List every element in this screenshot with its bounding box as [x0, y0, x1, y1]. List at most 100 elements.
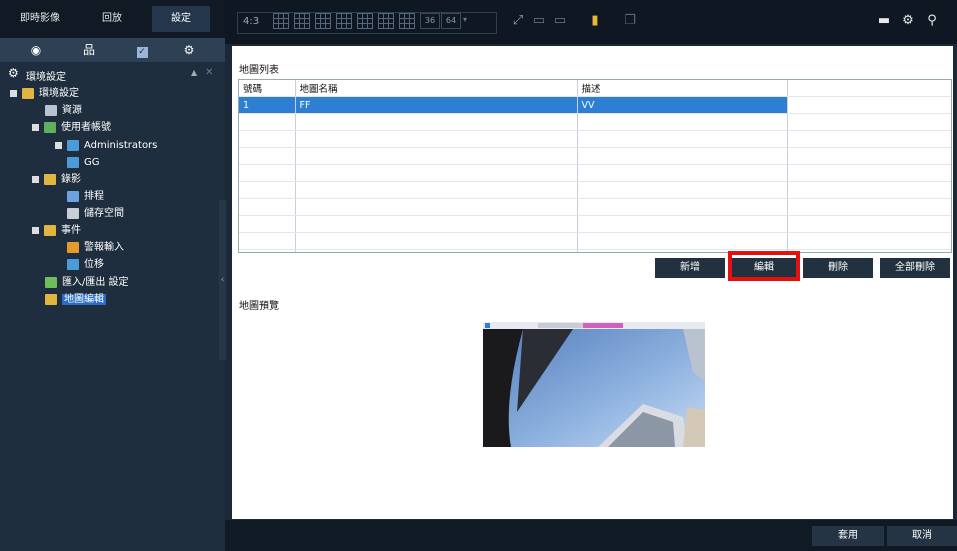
delete-all-button[interactable]: 全部刪除: [880, 258, 950, 278]
edit-button-highlight: [728, 251, 800, 281]
collapse-arrow-icon[interactable]: ▲: [191, 68, 197, 77]
column-header-no[interactable]: 號碼: [239, 80, 296, 97]
tree-item-resource[interactable]: 資源: [45, 103, 82, 119]
map-preview-image: [483, 322, 705, 447]
ratio-label[interactable]: 4:3: [243, 16, 259, 27]
tree-item-label: 錄影: [61, 174, 81, 185]
layout-1-icon[interactable]: [273, 13, 289, 29]
table-row[interactable]: 1 FF VV: [239, 96, 951, 114]
tree-item-label: 警報輸入: [84, 242, 124, 253]
close-icon[interactable]: ✕: [205, 67, 213, 78]
checklist-icon[interactable]: ✓: [133, 41, 151, 59]
user-group-icon: [67, 139, 79, 151]
record-icon: [44, 173, 56, 185]
table-row: [239, 147, 951, 165]
mode-tabs: 即時影像 回放 設定: [0, 0, 225, 38]
keyboard-icon[interactable]: ▬: [875, 12, 893, 30]
gear-icon[interactable]: ⚙: [180, 41, 198, 59]
tree-item-user-accounts[interactable]: 使用者帳號: [32, 120, 111, 136]
cell-empty: [787, 96, 951, 114]
layout-13-icon[interactable]: [378, 13, 394, 29]
camera-switch-icon[interactable]: ▭: [530, 12, 548, 30]
table-header-row: 號碼 地圖名稱 描述: [239, 80, 951, 97]
view-toolbar: 4:3 36 64 ▾ ⤢ ▭ ▭ ▮ ❐ ▬ ⚙ ⚲: [225, 0, 957, 44]
tree-item-gg[interactable]: GG: [67, 155, 100, 171]
import-export-icon: [45, 276, 57, 288]
table-row: [239, 198, 951, 216]
map-list-title: 地圖列表: [239, 65, 279, 76]
tree-item-label: 位移: [84, 259, 104, 270]
tree-header-label: 環境設定: [26, 72, 66, 83]
user-icon: [67, 156, 79, 168]
tree-item-label: 匯入/匯出 設定: [62, 277, 129, 288]
window-icon[interactable]: ❐: [621, 12, 639, 30]
tree-item-label: 地圖編輯: [62, 294, 106, 305]
add-button[interactable]: 新增: [655, 258, 725, 278]
tree-item-label: 事件: [61, 225, 81, 236]
motion-icon: [67, 258, 79, 270]
table-row: [239, 130, 951, 148]
column-header-desc[interactable]: 描述: [577, 80, 788, 97]
cell-no: 1: [239, 96, 296, 114]
alarm-input-icon: [67, 241, 79, 253]
tree-item-schedule[interactable]: 排程: [67, 189, 104, 205]
schedule-icon: [67, 190, 79, 202]
layout-16-icon[interactable]: [399, 13, 415, 29]
layout-9-icon[interactable]: [357, 13, 373, 29]
tree-item-alarm-input[interactable]: 警報輸入: [67, 240, 124, 256]
gear-icon[interactable]: ⚙: [899, 12, 917, 30]
gear-icon: ⚙: [8, 66, 19, 80]
tree-item-label: 排程: [84, 191, 104, 202]
eye-icon[interactable]: ◉: [27, 41, 45, 59]
bottom-bar: 套用 取消: [225, 520, 957, 551]
panel-collapse-handle[interactable]: ‹: [219, 200, 226, 360]
fullscreen-icon[interactable]: ⤢: [509, 12, 527, 30]
tree-item-motion[interactable]: 位移: [67, 257, 104, 273]
column-header-empty: [787, 80, 951, 97]
delete-button[interactable]: 刪除: [803, 258, 873, 278]
layout-4-icon[interactable]: [294, 13, 310, 29]
table-row: [239, 181, 951, 199]
cell-name: FF: [295, 96, 578, 114]
expand-icon[interactable]: [32, 123, 39, 131]
search-icon[interactable]: ⚲: [923, 12, 941, 30]
tab-live[interactable]: 即時影像: [10, 6, 70, 32]
event-icon: [44, 224, 56, 236]
tree-item-label: 環境設定: [39, 88, 79, 99]
layout-36-button[interactable]: 36: [420, 13, 440, 29]
tree-item-recording[interactable]: 錄影: [32, 172, 81, 188]
users-icon: [44, 121, 56, 133]
layout-64-button[interactable]: 64: [441, 13, 461, 29]
expand-icon[interactable]: [32, 175, 39, 183]
map-edit-icon: [45, 293, 57, 305]
map-list-table[interactable]: 號碼 地圖名稱 描述 1 FF VV: [238, 79, 952, 253]
tree-item-env-settings[interactable]: 環境設定: [10, 86, 79, 102]
apply-button[interactable]: 套用: [812, 526, 884, 546]
tree-item-events[interactable]: 事件: [32, 223, 81, 239]
layout-8-icon[interactable]: [336, 13, 352, 29]
map-editor-content: 地圖列表 號碼 地圖名稱 描述 1 FF VV 新增 編輯 刪除 全部刪除 地圖…: [232, 46, 953, 519]
tree-item-map-edit[interactable]: 地圖編輯: [45, 292, 106, 308]
expand-icon[interactable]: [10, 89, 17, 97]
tree-item-storage[interactable]: 儲存空間: [67, 206, 124, 222]
tree-item-label: 儲存空間: [84, 208, 124, 219]
chevron-down-icon[interactable]: ▾: [463, 15, 467, 24]
column-header-name[interactable]: 地圖名稱: [295, 80, 578, 97]
camera-snapshot: [483, 322, 705, 447]
tree-item-label: 資源: [62, 105, 82, 116]
tree-item-label: GG: [84, 157, 100, 168]
expand-icon[interactable]: [55, 141, 62, 149]
tab-playback[interactable]: 回放: [82, 6, 142, 32]
layout-6-icon[interactable]: [315, 13, 331, 29]
sequence-icon[interactable]: ▭: [551, 12, 569, 30]
cancel-button[interactable]: 取消: [887, 526, 957, 546]
tree-header: ⚙ 環境設定 ▲ ✕: [8, 66, 220, 84]
tree-item-administrators[interactable]: Administrators: [55, 138, 157, 154]
tab-settings[interactable]: 設定: [152, 6, 210, 32]
bar-chart-icon[interactable]: ▮: [586, 12, 604, 30]
network-icon[interactable]: 品: [80, 41, 98, 59]
tree-item-label: Administrators: [84, 140, 158, 151]
table-row: [239, 249, 951, 252]
expand-icon[interactable]: [32, 226, 39, 234]
tree-item-import-export[interactable]: 匯入/匯出 設定: [45, 275, 129, 291]
